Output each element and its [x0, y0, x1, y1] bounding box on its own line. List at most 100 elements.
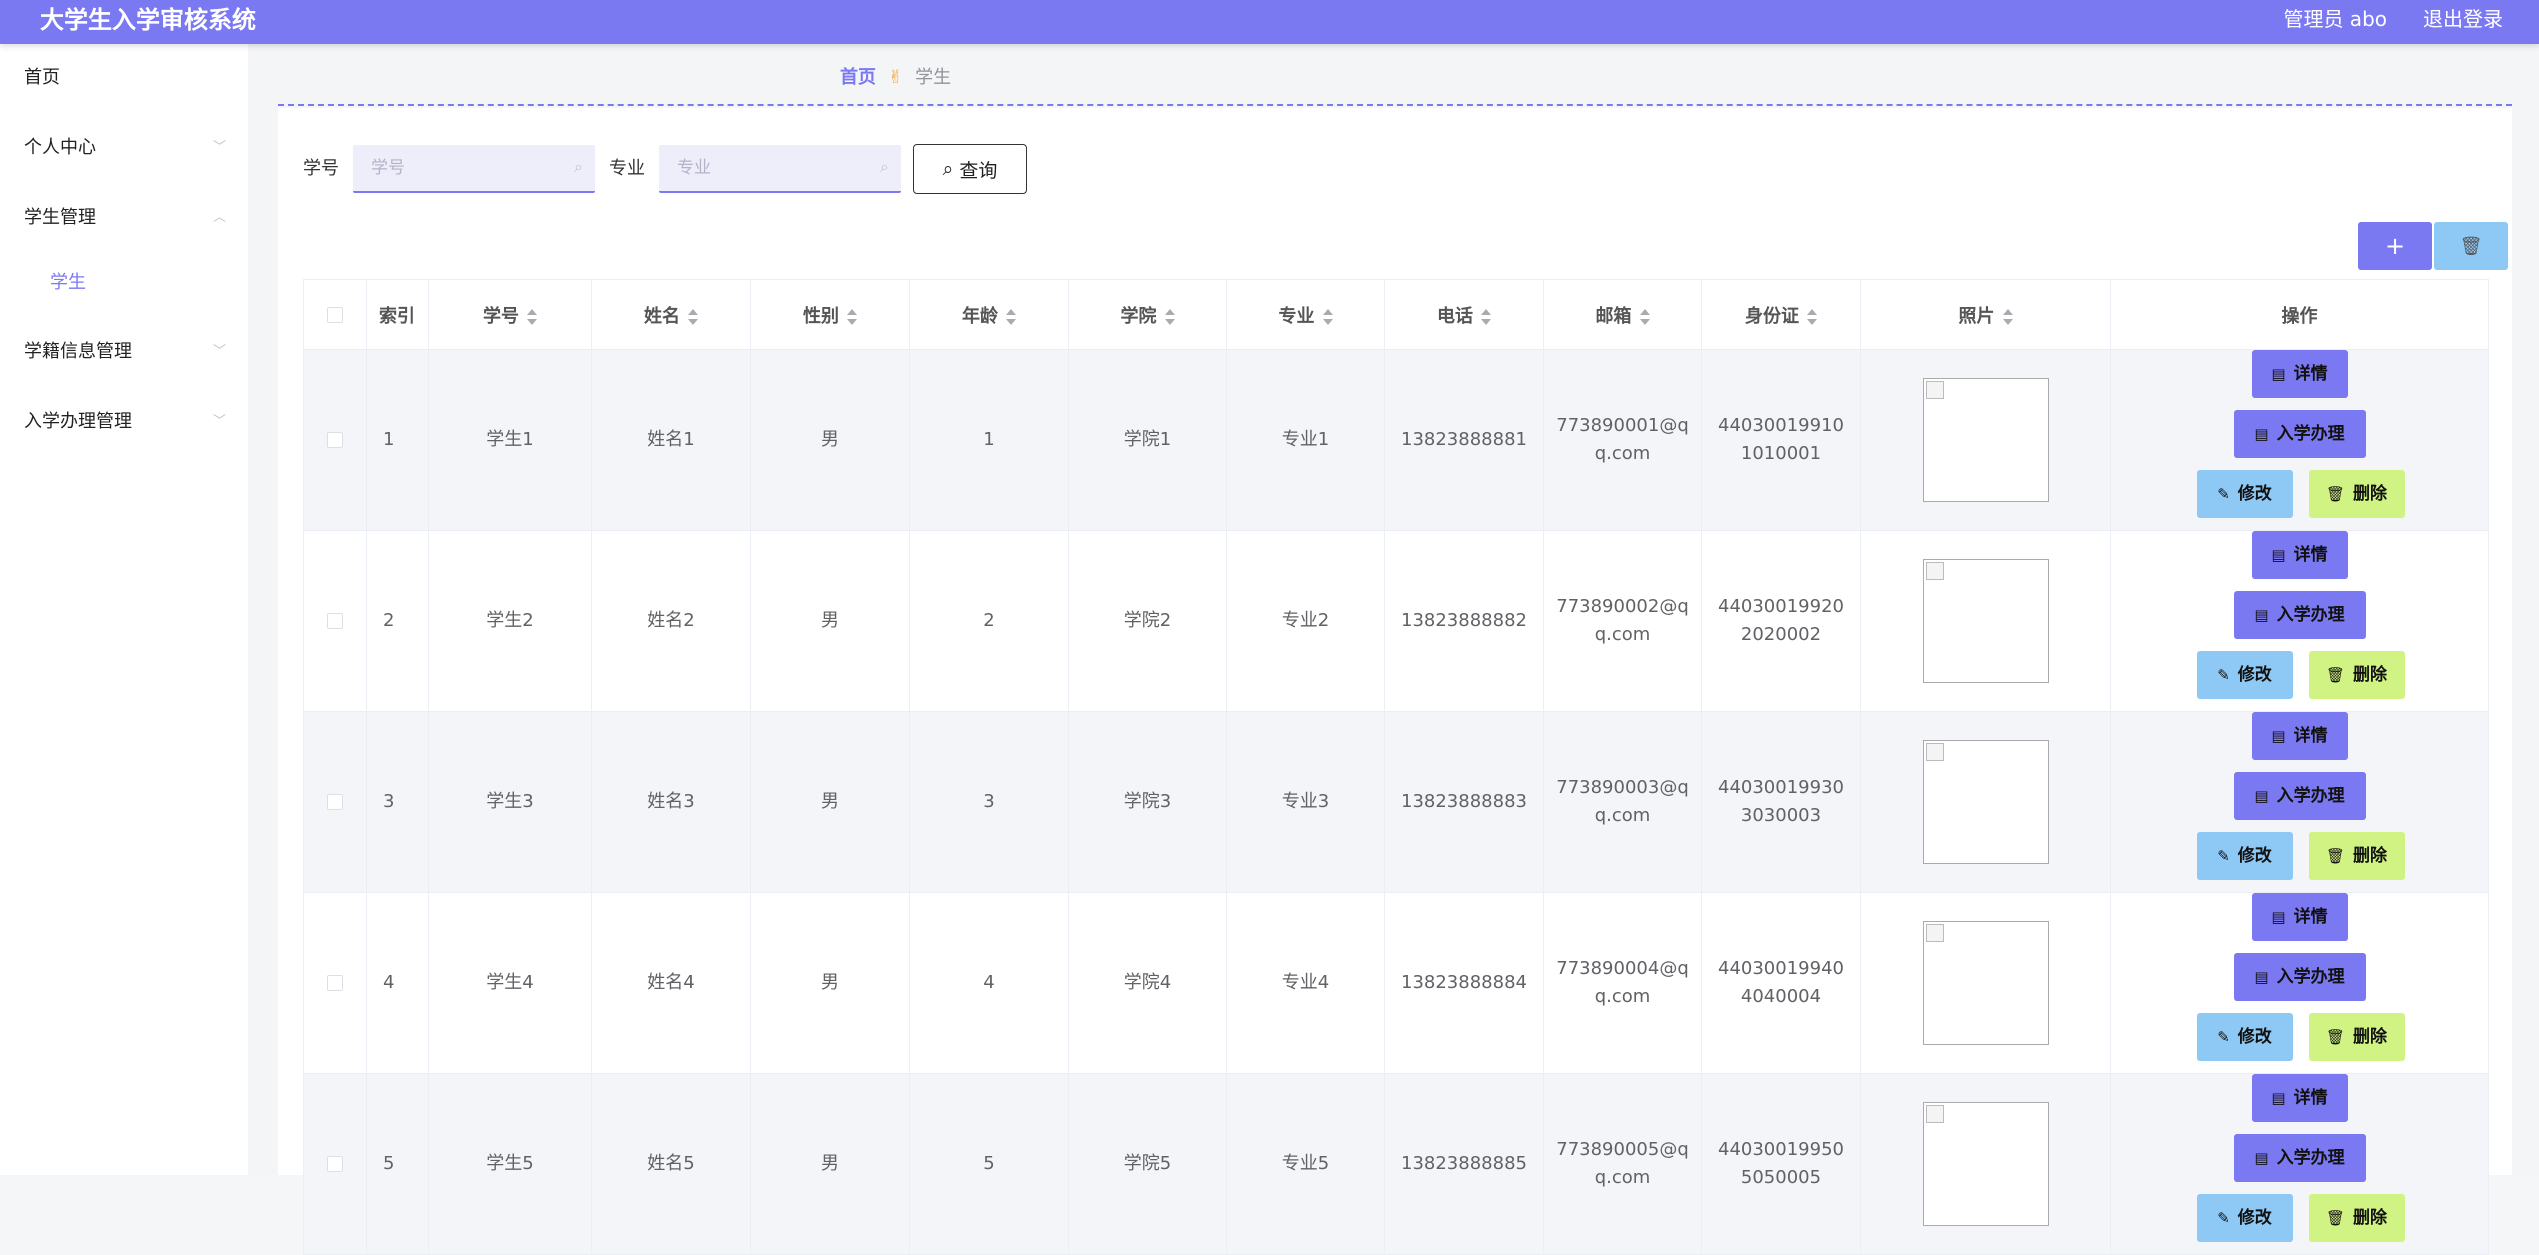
sort-icon[interactable]	[1481, 308, 1491, 325]
row-checkbox[interactable]	[327, 1156, 343, 1172]
search-icon: ⌕	[942, 158, 954, 180]
cell-email: 773890004@qq.com	[1543, 892, 1702, 1074]
sort-icon[interactable]	[1639, 308, 1650, 325]
divider	[278, 104, 2512, 106]
delete-button[interactable]: 🗑 删除	[2308, 470, 2405, 518]
sort-icon[interactable]	[688, 308, 698, 325]
column-header-photo[interactable]: 照片	[1860, 279, 2111, 350]
cell-photo	[1860, 530, 2111, 712]
cell-college: 学院2	[1068, 530, 1227, 712]
student-no-input[interactable]	[353, 145, 595, 191]
student-photo[interactable]	[1922, 559, 2049, 683]
detail-button[interactable]: ▤ 详情	[2251, 531, 2348, 579]
student-photo[interactable]	[1922, 378, 2049, 502]
column-header-name[interactable]: 姓名	[591, 279, 751, 350]
sort-icon[interactable]	[847, 308, 857, 325]
table-header: 索引 学号 姓名 性别 年龄 学院 专业 电话 邮箱 身份证 照片 操作	[303, 279, 2489, 350]
pencil-icon: ✎	[2217, 666, 2230, 684]
sidebar-item-student[interactable]: 学生	[50, 271, 86, 295]
column-header-student-no[interactable]: 学号	[428, 279, 592, 350]
sort-icon[interactable]	[1164, 308, 1175, 325]
cell-email: 773890001@qq.com	[1543, 349, 1702, 531]
sidebar-item-enrollment-info[interactable]: 学籍信息管理	[24, 340, 132, 364]
document-icon: ▤	[2271, 908, 2286, 926]
student-table: 索引 学号 姓名 性别 年龄 学院 专业 电话 邮箱 身份证 照片 操作 1 学生…	[303, 279, 2489, 1255]
delete-button[interactable]: 🗑 删除	[2308, 1013, 2405, 1061]
edit-button[interactable]: ✎ 修改	[2196, 1013, 2293, 1061]
sort-icon[interactable]	[1322, 308, 1333, 325]
add-button[interactable]: +	[2358, 222, 2432, 270]
student-photo[interactable]	[1922, 921, 2049, 1045]
sidebar-item-student-management[interactable]: 学生管理	[24, 206, 96, 230]
enroll-button[interactable]: ▤ 入学办理	[2233, 591, 2366, 639]
edit-button[interactable]: ✎ 修改	[2196, 470, 2293, 518]
column-header-id-card[interactable]: 身份证	[1701, 279, 1861, 350]
detail-button[interactable]: ▤ 详情	[2251, 712, 2348, 760]
column-header-major[interactable]: 专业	[1226, 279, 1385, 350]
student-photo[interactable]	[1922, 1102, 2049, 1226]
cell-email: 773890003@qq.com	[1543, 711, 1702, 893]
detail-button[interactable]: ▤ 详情	[2251, 350, 2348, 398]
major-label: 专业	[609, 158, 645, 179]
search-icon: ⌕	[574, 157, 583, 176]
document-icon: ▤	[2254, 606, 2269, 624]
batch-delete-button[interactable]: 🗑	[2434, 222, 2508, 270]
edit-button[interactable]: ✎ 修改	[2196, 651, 2293, 699]
breadcrumb-home[interactable]: 首页	[840, 67, 876, 88]
table-row[interactable]: 3 学生3 姓名3 男 3 学院3 专业3 13823888883 773890003@qq.c…	[303, 711, 2489, 893]
detail-button[interactable]: ▤ 详情	[2251, 1074, 2348, 1122]
row-checkbox[interactable]	[327, 794, 343, 810]
table-row[interactable]: 5 学生5 姓名5 男 5 学院5 专业5 13823888885 773890005@qq.c…	[303, 1073, 2489, 1255]
logout-link[interactable]: 退出登录	[2423, 6, 2503, 32]
delete-button[interactable]: 🗑 删除	[2308, 832, 2405, 880]
table-row[interactable]: 2 学生2 姓名2 男 2 学院2 专业2 13823888882 773890002@qq.c…	[303, 530, 2489, 712]
row-checkbox[interactable]	[327, 432, 343, 448]
cell-id-card: 440300199404040004	[1701, 892, 1861, 1074]
cell-college: 学院5	[1068, 1073, 1227, 1255]
cell-id-card: 440300199101010001	[1701, 349, 1861, 531]
cell-major: 专业3	[1226, 711, 1385, 893]
table-row[interactable]: 4 学生4 姓名4 男 4 学院4 专业4 13823888884 773890004@qq.c…	[303, 892, 2489, 1074]
cell-major: 专业5	[1226, 1073, 1385, 1255]
column-header-age[interactable]: 年龄	[909, 279, 1069, 350]
cell-actions: ▤ 详情 ▤ 入学办理 ✎ 修改 🗑 删除	[2110, 892, 2489, 1074]
student-photo[interactable]	[1922, 740, 2049, 864]
column-header-email[interactable]: 邮箱	[1543, 279, 1702, 350]
row-checkbox[interactable]	[327, 975, 343, 991]
enroll-button[interactable]: ▤ 入学办理	[2233, 410, 2366, 458]
sidebar-item-personal-center[interactable]: 个人中心	[24, 136, 96, 160]
sidebar-item-home[interactable]: 首页	[24, 66, 60, 90]
query-button[interactable]: ⌕ 查询	[913, 144, 1027, 194]
delete-button[interactable]: 🗑 删除	[2308, 651, 2405, 699]
trash-icon: 🗑	[2325, 847, 2346, 865]
edit-button[interactable]: ✎ 修改	[2196, 832, 2293, 880]
cell-college: 学院3	[1068, 711, 1227, 893]
cell-name: 姓名1	[591, 349, 751, 531]
cell-phone: 13823888885	[1384, 1073, 1544, 1255]
column-header-gender[interactable]: 性别	[750, 279, 910, 350]
cell-phone: 13823888882	[1384, 530, 1544, 712]
cell-photo	[1860, 892, 2111, 1074]
cell-actions: ▤ 详情 ▤ 入学办理 ✎ 修改 🗑 删除	[2110, 349, 2489, 531]
cell-id-card: 440300199303030003	[1701, 711, 1861, 893]
sidebar-item-admission-handling[interactable]: 入学办理管理	[24, 410, 132, 434]
sort-icon[interactable]	[1807, 308, 1817, 325]
edit-button[interactable]: ✎ 修改	[2196, 1194, 2293, 1242]
select-all-checkbox[interactable]	[327, 307, 343, 323]
sort-icon[interactable]	[2002, 308, 2013, 325]
major-input[interactable]	[659, 145, 901, 191]
column-header-index: 索引	[366, 279, 429, 350]
delete-button[interactable]: 🗑 删除	[2308, 1194, 2405, 1242]
sort-icon[interactable]	[1006, 308, 1016, 325]
cell-phone: 13823888881	[1384, 349, 1544, 531]
enroll-button[interactable]: ▤ 入学办理	[2233, 772, 2366, 820]
detail-button[interactable]: ▤ 详情	[2251, 893, 2348, 941]
row-checkbox[interactable]	[327, 613, 343, 629]
column-header-college[interactable]: 学院	[1068, 279, 1227, 350]
enroll-button[interactable]: ▤ 入学办理	[2233, 953, 2366, 1001]
sort-icon[interactable]	[527, 308, 537, 325]
column-header-phone[interactable]: 电话	[1384, 279, 1544, 350]
table-row[interactable]: 1 学生1 姓名1 男 1 学院1 专业1 13823888881 773890001@qq.c…	[303, 349, 2489, 531]
cell-index: 3	[366, 711, 429, 893]
cell-student-no: 学生5	[428, 1073, 592, 1255]
